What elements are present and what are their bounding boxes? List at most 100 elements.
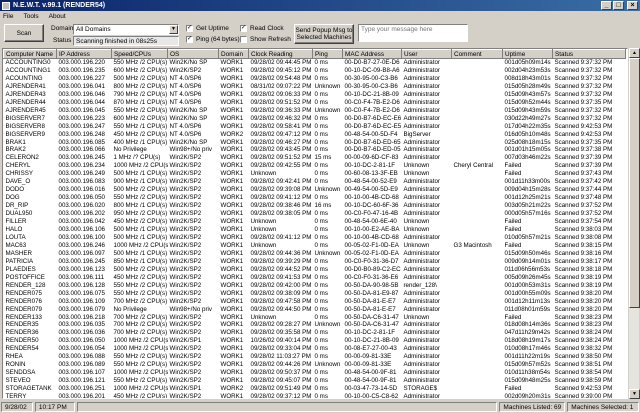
menu-about[interactable]: About xyxy=(49,13,66,20)
table-row[interactable]: MAC63 003.000.196.246 1000 MHz /2 CPU(s) Wi… xyxy=(4,242,626,250)
send-popup-button[interactable]: Send Popup Msg to Selected Machines xyxy=(294,24,354,44)
table-row[interactable]: DOG 003.000.196.050 550 MHz /2 CPU(s) Win2K… xyxy=(4,194,626,202)
chevron-down-icon[interactable]: ▼ xyxy=(169,25,178,34)
scroll-up-icon[interactable]: ▲ xyxy=(629,48,640,58)
show-refresh-check-icon[interactable] xyxy=(240,36,247,43)
table-row[interactable]: TERRY 003.000.196.201 450 MHz /2 CPU(s) Win… xyxy=(4,393,626,399)
table-row[interactable]: CELERON2 003.000.196.245 1 MHz /? CPU(s) Wi… xyxy=(4,154,626,162)
table-cell: 015d09h43m59s xyxy=(504,106,551,114)
menu-tools[interactable]: Tools xyxy=(23,13,38,20)
column-header[interactable]: Ping xyxy=(312,49,343,59)
column-header[interactable]: Uptime xyxy=(502,49,553,59)
table-row[interactable]: AJRENDER44 003.000.196.044 870 MHz /1 CPU(… xyxy=(4,99,626,107)
table-cell: Win2K/SP2 xyxy=(169,281,202,289)
table-cell: PATRICIA xyxy=(5,257,34,265)
ping-checkbox[interactable]: ✓ Ping (64 bytes) xyxy=(186,36,240,43)
table-row[interactable]: RENDER36 003.000.196.036 700 MHz /2 CPU(s)… xyxy=(4,329,626,337)
table-row[interactable]: FILLER 003.000.196.042 450 MHz /2 CPU(s) Wi… xyxy=(4,218,626,226)
table-cell: Win2K/SP2 xyxy=(169,393,202,399)
table-row[interactable]: BIGSERVER9 003.000.196.248 450 MHz /2 CPU(… xyxy=(4,131,626,139)
table-row[interactable]: AJRENDER43 003.000.196.046 790 MHz /2 CPU(… xyxy=(4,91,626,99)
table-row[interactable]: DODO 003.000.196.016 500 MHz /2 CPU(s) Win2… xyxy=(4,186,626,194)
table-row[interactable]: RENDER076 003.000.196.109 700 MHz /2 CPU(s… xyxy=(4,298,626,306)
table-row[interactable]: STORAGETANK 003.000.196.251 1000 MHz /2 CP… xyxy=(4,385,626,393)
table-row[interactable]: ACOUNTING 003.000.196.227 500 MHz /2 CPU(s… xyxy=(4,75,626,83)
table-cell: Scanned 9:38:51 PM xyxy=(554,361,613,369)
show-refresh-checkbox[interactable]: Show Refresh xyxy=(240,36,291,43)
table-row[interactable]: PLAEDIES 003.000.196.123 500 MHz /2 CPU(s)… xyxy=(4,266,626,274)
table-cell: Failed xyxy=(504,241,522,249)
ping-check-icon[interactable]: ✓ xyxy=(186,36,193,43)
table-row[interactable]: ACCOUNTING1 003.000.196.235 600 MHz /2 CPU… xyxy=(4,67,626,75)
table-row[interactable]: RENDER075 003.000.196.075 550 MHz /2 CPU(s… xyxy=(4,290,626,298)
table-cell: RENDER133 xyxy=(5,313,42,321)
column-header[interactable]: Clock Reading xyxy=(248,49,313,59)
table-row[interactable]: RENDER54 003.000.196.054 1000 MHz /2 CPU(s… xyxy=(4,345,626,353)
column-header[interactable]: Domain xyxy=(218,49,249,59)
scan-button[interactable]: Scan xyxy=(4,24,44,42)
scroll-thumb[interactable] xyxy=(629,58,640,308)
table-cell: Scanned 9:37:32 PM xyxy=(554,74,613,82)
maximize-icon[interactable]: □ xyxy=(613,1,624,10)
column-header[interactable]: Speed/CPUs xyxy=(111,49,168,59)
table-cell: 003.000.196.106 xyxy=(58,226,105,234)
table-row[interactable]: DUAL950 003.000.196.202 950 MHz /2 CPU(s) W… xyxy=(4,210,626,218)
table-cell: Win2K/SP2 xyxy=(169,273,202,281)
table-cell: 018d08h14m36s xyxy=(504,321,551,329)
table-row[interactable]: MASHER 003.000.196.097 500 MHz /1 CPU(s) Wi… xyxy=(4,250,626,258)
table-cell: Win2K/SP2 xyxy=(169,66,202,74)
table-cell: 550 MHz /2 CPU(s) xyxy=(113,377,168,385)
column-header[interactable]: OS xyxy=(167,49,219,59)
table-row[interactable]: SENDDSA 003.000.196.107 1000 MHz /2 CPU(s)… xyxy=(4,369,626,377)
table-row[interactable]: BRAK2 003.000.196.066 No Privilege Win98+/N… xyxy=(4,146,626,154)
column-header[interactable]: Computer Name xyxy=(3,49,57,59)
table-row[interactable]: RHEA 003.000.196.088 550 MHz /2 CPU(s) Win2… xyxy=(4,353,626,361)
table-row[interactable]: DR_RIP 003.000.196.020 800 MHz /1 CPU(s) Wi… xyxy=(4,202,626,210)
table-row[interactable]: PATRICIA 003.000.196.245 850 MHz /1 CPU(s)… xyxy=(4,258,626,266)
table-row[interactable]: BRAK1 003.000.196.085 400 MHz /1 CPU(s) Win… xyxy=(4,139,626,147)
table-row[interactable]: STEVEO 003.000.196.121 550 MHz /2 CPU(s) Wi… xyxy=(4,377,626,385)
menu-file[interactable]: File xyxy=(3,13,13,20)
column-header[interactable]: MAC Address xyxy=(342,49,402,59)
table-row[interactable]: ACCOUNTING0 003.000.196.220 550 MHz /2 CPU… xyxy=(4,59,626,67)
domain-select[interactable]: All Domains ▼ xyxy=(73,24,179,35)
table-row[interactable]: RENDER079 003.000.196.079 No Privilege Win9… xyxy=(4,306,626,314)
table-cell: 00-10-00-E2-AE-BA xyxy=(344,226,400,234)
table-row[interactable]: CHERYL 003.000.196.234 1000 MHz /2 CPU(s) W… xyxy=(4,162,626,170)
table-row[interactable]: BIGSERVER8 003.000.196.247 550 MHz /1 CPU(… xyxy=(4,123,626,131)
table-cell: 003.000.196.075 xyxy=(58,289,105,297)
table-row[interactable]: AJRENDER45 003.000.196.045 550 MHz /2 CPU(… xyxy=(4,107,626,115)
table-cell xyxy=(452,361,503,369)
get-uptime-check-icon[interactable]: ✓ xyxy=(186,25,193,32)
table-row[interactable]: RONIN 003.000.196.089 550 MHz /2 CPU(s) Win… xyxy=(4,361,626,369)
column-header[interactable]: Status xyxy=(552,49,626,59)
minimize-icon[interactable]: _ xyxy=(601,1,612,10)
read-clock-checkbox[interactable]: ✓ Read Clock xyxy=(240,25,284,32)
column-header[interactable]: Comment xyxy=(451,49,503,59)
table-body: ACCOUNTING0 003.000.196.220 550 MHz /2 CPU… xyxy=(4,59,626,399)
table-row[interactable]: BIGSERVER7 003.000.196.223 600 MHz /2 CPU(… xyxy=(4,115,626,123)
table-row[interactable]: DAVE_O 003.000.196.083 900 MHz /1 CPU(s) Wi… xyxy=(4,178,626,186)
table-cell xyxy=(452,329,503,337)
table-row[interactable]: CHRISSY 003.000.196.249 500 MHz /1 CPU(s) W… xyxy=(4,170,626,178)
table-cell: Administrator xyxy=(403,369,440,377)
table-row[interactable]: RENDER133 003.000.196.218 700 MHz /2 CPU(s… xyxy=(4,314,626,322)
scroll-down-icon[interactable]: ▼ xyxy=(629,389,640,399)
table-row[interactable]: POSTOFFICE 003.000.196.111 450 MHz /2 CPU(… xyxy=(4,274,626,282)
table-cell: 00-10-00-4B-CD-68 xyxy=(344,194,399,202)
column-header[interactable]: User xyxy=(401,49,452,59)
get-uptime-checkbox[interactable]: ✓ Get Uptime xyxy=(186,25,229,32)
table-cell: 003.000.196.079 xyxy=(58,305,105,313)
table-row[interactable]: HALO 003.000.196.106 500 MHz /1 CPU(s) Win2… xyxy=(4,226,626,234)
table-row[interactable]: AJRENDER41 003.000.196.041 800 MHz /2 CPU(… xyxy=(4,83,626,91)
vertical-scrollbar[interactable]: ▲ ▼ xyxy=(628,48,640,399)
close-icon[interactable]: × xyxy=(627,1,638,10)
read-clock-check-icon[interactable]: ✓ xyxy=(240,25,247,32)
message-input[interactable] xyxy=(358,24,468,42)
table-row[interactable]: RENDER35 003.000.196.035 700 MHz /2 CPU(s)… xyxy=(4,321,626,329)
table-row[interactable]: LOUTA 003.000.196.100 500 MHz /1 CPU(s) Win… xyxy=(4,234,626,242)
column-header[interactable]: IP Address xyxy=(56,49,112,59)
table-cell: POSTOFFICE xyxy=(5,273,45,281)
table-row[interactable]: RENDER_128 003.000.196.128 550 MHz /2 CPU(… xyxy=(4,282,626,290)
table-row[interactable]: RENDER50 003.000.196.050 1000 MHz /2 CPU(s… xyxy=(4,337,626,345)
